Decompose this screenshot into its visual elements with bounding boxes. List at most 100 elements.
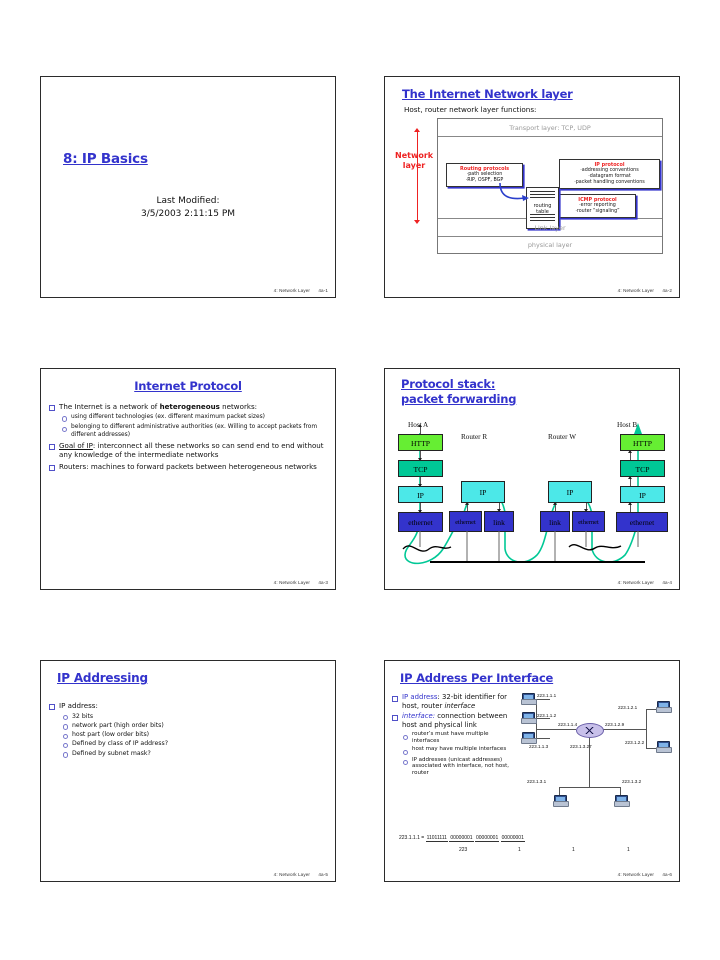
last-modified: Last Modified: 3/5/2003 2:11:15 PM <box>41 195 335 221</box>
network-layer-label: Network layer <box>395 151 434 170</box>
binary-octet: 00000001 <box>449 835 474 842</box>
link-layer-row: Link layer <box>438 219 662 237</box>
circle-bullet-icon <box>63 714 69 721</box>
host-icon <box>521 732 537 744</box>
list-item-label: belonging to different administrative au… <box>70 424 318 439</box>
slide-5: IP Addressing IP address: 32 bits networ… <box>40 660 336 882</box>
ip-label: 223.1.1.2 <box>537 713 557 718</box>
slide-2: The Internet Network layer Host, router … <box>384 76 680 298</box>
footer-page-number: 4a-2 <box>662 288 672 293</box>
slide-footer: 4: Network Layer 4a-4 <box>618 580 672 585</box>
host-b-ip-box: IP <box>620 486 665 503</box>
circle-bullet-icon <box>63 733 69 739</box>
slide-3: Internet Protocol The Internet is a netw… <box>40 368 336 590</box>
page-title: Protocol stack: packet forwarding <box>401 377 517 406</box>
flow-arrow-icon <box>628 476 632 486</box>
list-item: Defined by subnet mask? <box>63 749 327 758</box>
flow-arrow-icon <box>418 477 422 487</box>
list-item-label: IP addresses (unicast addresses) associa… <box>411 756 509 776</box>
footer-course: 4: Network Layer <box>273 872 310 877</box>
list-item-label: router’s must have multiple interfaces <box>411 731 489 745</box>
link-line <box>536 718 550 719</box>
network-topology-diagram: 223.1.1.1 223.1.1.2 223.1.1.3 223.1.1.4 … <box>515 691 677 821</box>
circle-bullet-icon <box>62 416 68 422</box>
decimal-octet: 1 <box>572 847 575 853</box>
list-item: IP address: 32-bit identifier for host, … <box>392 693 516 710</box>
slide-4: Protocol stack: packet forwarding Host A … <box>384 368 680 590</box>
binary-octet: 00000001 <box>474 835 500 842</box>
ip-protocol-box: IP protocol ·addressing conventions ·dat… <box>559 159 660 189</box>
slide-6: IP Address Per Interface IP address: 32-… <box>384 660 680 882</box>
icmp-protocol-line: ·router “signaling” <box>575 209 620 214</box>
host-icon <box>614 795 630 807</box>
list-item: interface: connection between host and p… <box>392 712 516 729</box>
host-icon <box>521 712 537 724</box>
flow-arrow-icon <box>418 424 422 434</box>
host-a-ip-box: IP <box>398 486 443 503</box>
flow-arrow-icon <box>628 450 632 460</box>
ip-label: 223.1.3.2 <box>622 779 642 784</box>
list-item: router’s must have multiple interfaces <box>403 731 516 744</box>
slide-subtitle: Host, router network layer functions: <box>404 105 537 114</box>
flow-arrow-icon <box>628 502 632 512</box>
binary-address-breakdown: 223.1.1.1 = 11011111 00000001 00000001 0… <box>399 835 671 855</box>
link-line <box>559 787 621 788</box>
bullet-list: IP address: 32 bits network part (high o… <box>49 701 327 758</box>
network-layer-row: Routing protocols ·path selection ·RIP, … <box>438 137 662 229</box>
circle-bullet-icon <box>403 759 409 766</box>
link-line <box>603 729 647 730</box>
list-item-label: IP address: <box>59 701 98 710</box>
list-item: The Internet is a network of heterogeneo… <box>49 402 327 412</box>
ip-label: 223.1.2.2 <box>625 740 645 745</box>
decimal-row: 223 1 1 1 <box>399 847 671 855</box>
circle-bullet-icon <box>63 752 69 758</box>
flow-arrow-icon <box>553 502 557 511</box>
page-title: Internet Protocol <box>134 379 242 393</box>
circle-bullet-icon <box>62 426 68 433</box>
list-item: 32 bits <box>63 712 327 721</box>
list-item-label: Defined by subnet mask? <box>71 749 151 757</box>
router-r-link-box: link <box>484 511 514 532</box>
page-title: IP Addressing <box>57 671 148 685</box>
slide-footer: 4: Network Layer 4a-2 <box>618 288 672 293</box>
list-item: IP address: <box>49 701 327 711</box>
binary-octet: 00000001 <box>500 835 525 842</box>
square-bullet-icon <box>392 715 398 722</box>
handout-page: 8: IP Basics Last Modified: 3/5/2003 2:1… <box>0 0 720 960</box>
decimal-octet: 1 <box>627 847 630 853</box>
bullet-list: The Internet is a network of heterogeneo… <box>49 402 327 473</box>
circle-bullet-icon <box>403 734 409 741</box>
router-w-ethernet-box: ethernet <box>572 511 605 532</box>
host-b-tcp-box: TCP <box>620 460 665 477</box>
last-modified-value: 3/5/2003 2:11:15 PM <box>140 209 236 219</box>
flow-arrow-icon <box>584 503 588 512</box>
list-item-label: using different technologies (ex. differ… <box>70 414 265 421</box>
footer-course: 4: Network Layer <box>617 580 654 585</box>
ip-label: 223.1.1.3 <box>529 744 549 749</box>
flow-arrow-icon <box>418 503 422 513</box>
ip-label: 223.1.1.4 <box>558 722 578 727</box>
ip-label: 223.1.3.1 <box>527 779 547 784</box>
list-item: Routers: machines to forward packets bet… <box>49 462 327 472</box>
footer-course: 4: Network Layer <box>273 288 310 293</box>
router-r-ip-box: IP <box>461 481 505 503</box>
physical-layer-row: physical layer <box>527 241 573 249</box>
decimal-octet: 1 <box>518 847 521 853</box>
router-r-ethernet-box: ethernet <box>449 511 482 532</box>
list-item: host may have multiple interfaces <box>403 746 516 756</box>
slide-footer: 4: Network Layer 4a-1 <box>274 288 328 293</box>
ip-label: 223.1.3.27 <box>570 744 592 749</box>
square-bullet-icon <box>49 405 55 412</box>
square-bullet-icon <box>392 696 398 703</box>
router-w-link-box: link <box>540 511 570 532</box>
protocol-stack-diagram: Transport layer: TCP, UDP Routing protoc… <box>437 118 663 254</box>
list-item-label: Routers: machines to forward packets bet… <box>59 461 317 471</box>
link-line <box>536 699 550 700</box>
list-item: host part (low order bits) <box>63 730 327 739</box>
list-item: Defined by class of IP address? <box>63 739 327 749</box>
physical-media-icon <box>402 531 639 561</box>
slide-1: 8: IP Basics Last Modified: 3/5/2003 2:1… <box>40 76 336 298</box>
ip-protocol-line: ·packet handling conventions <box>574 180 645 185</box>
router-icon <box>576 723 604 738</box>
routing-arrow-icon <box>499 182 529 201</box>
